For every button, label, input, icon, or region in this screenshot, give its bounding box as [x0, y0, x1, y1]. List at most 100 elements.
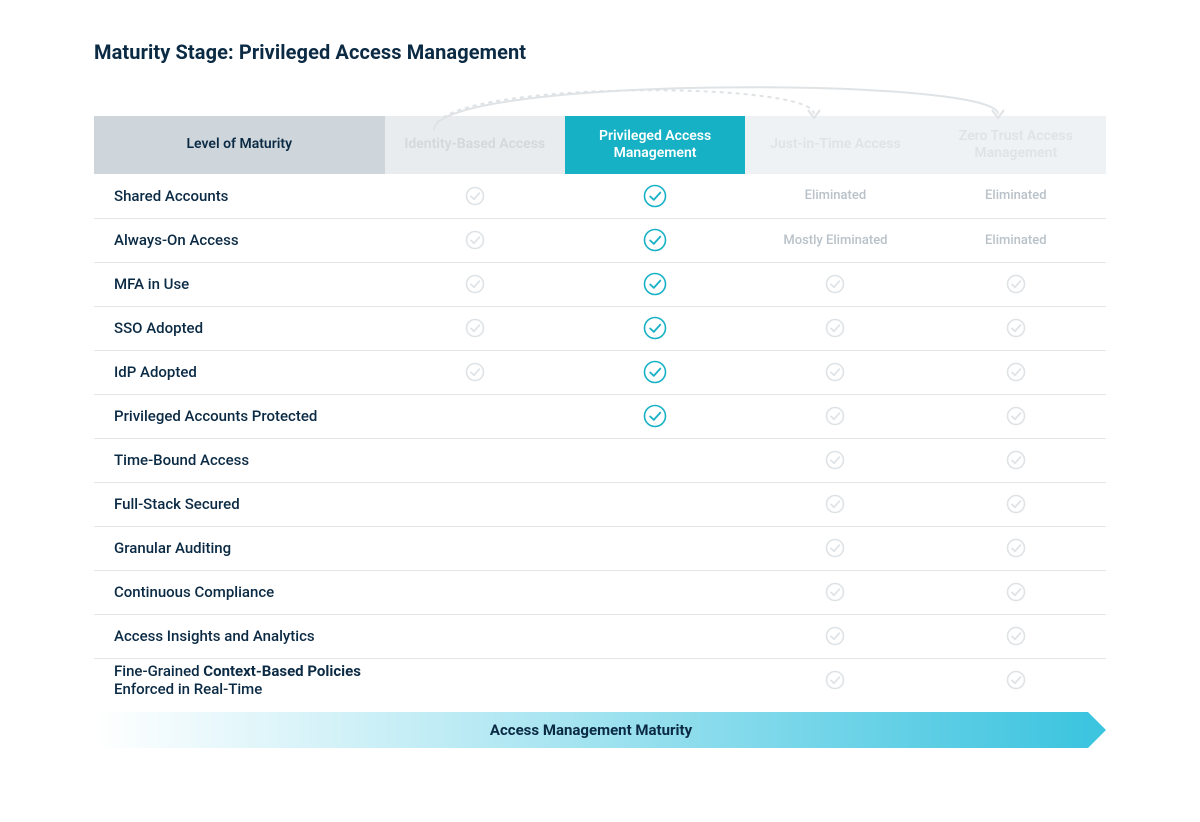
header-col-4: Zero Trust Access Management [926, 116, 1106, 174]
cell-check [385, 218, 565, 262]
check-icon [824, 449, 846, 471]
cell-check-active [565, 350, 745, 394]
check-icon [464, 273, 486, 295]
cell-empty [565, 570, 745, 614]
cell-empty [565, 526, 745, 570]
check-icon [824, 405, 846, 427]
row-label: Full-Stack Secured [94, 482, 385, 526]
cell-empty [385, 526, 565, 570]
check-icon [643, 360, 667, 384]
row-label: IdP Adopted [94, 350, 385, 394]
cell-check [745, 394, 925, 438]
row-label: Granular Auditing [94, 526, 385, 570]
check-icon [643, 272, 667, 296]
cell-empty [565, 482, 745, 526]
cell-check [745, 526, 925, 570]
cell-check [745, 438, 925, 482]
cell-check [926, 262, 1106, 306]
check-icon [1005, 493, 1027, 515]
cell-empty [385, 394, 565, 438]
cell-check [926, 482, 1106, 526]
cell-empty [385, 570, 565, 614]
cell-empty [565, 658, 745, 702]
header-col-2: Privileged Access Management [565, 116, 745, 174]
check-icon [643, 404, 667, 428]
cell-check [745, 350, 925, 394]
check-icon [1005, 405, 1027, 427]
check-icon [464, 229, 486, 251]
cell-check [385, 262, 565, 306]
maturity-matrix: Level of Maturity Identity-Based Access … [94, 116, 1106, 702]
table-row: Time-Bound Access [94, 438, 1106, 482]
table-row: Continuous Compliance [94, 570, 1106, 614]
check-icon [824, 273, 846, 295]
check-icon [824, 581, 846, 603]
cell-empty [565, 438, 745, 482]
check-icon [643, 228, 667, 252]
cell-check [926, 570, 1106, 614]
cell-check [926, 438, 1106, 482]
check-icon [824, 493, 846, 515]
row-label: Always-On Access [94, 218, 385, 262]
check-icon [824, 537, 846, 559]
cell-text: Mostly Eliminated [745, 218, 925, 262]
cell-empty [385, 658, 565, 702]
cell-check [745, 658, 925, 702]
row-label: Time-Bound Access [94, 438, 385, 482]
cell-check [745, 614, 925, 658]
page-title: Maturity Stage: Privileged Access Manage… [94, 40, 1106, 64]
header-col-3: Just-in-Time Access [745, 116, 925, 174]
check-icon [464, 317, 486, 339]
cell-check-active [565, 218, 745, 262]
header-col-1: Identity-Based Access [385, 116, 565, 174]
check-icon [1005, 361, 1027, 383]
table-row: Always-On AccessMostly EliminatedElimina… [94, 218, 1106, 262]
check-icon [1005, 273, 1027, 295]
check-icon [464, 185, 486, 207]
cell-check [385, 306, 565, 350]
cell-check-active [565, 174, 745, 218]
check-icon [824, 625, 846, 647]
cell-check [745, 262, 925, 306]
cell-check [745, 570, 925, 614]
row-label: MFA in Use [94, 262, 385, 306]
cell-empty [565, 614, 745, 658]
cell-check-active [565, 394, 745, 438]
cell-check [745, 306, 925, 350]
table-row: Granular Auditing [94, 526, 1106, 570]
cell-check [926, 526, 1106, 570]
cell-check [926, 658, 1106, 702]
cell-check [385, 350, 565, 394]
cell-check [926, 394, 1106, 438]
table-row: Full-Stack Secured [94, 482, 1106, 526]
check-icon [1005, 669, 1027, 691]
cell-text: Eliminated [926, 174, 1106, 218]
cell-check [926, 350, 1106, 394]
check-icon [1005, 317, 1027, 339]
table-row: Fine-Grained Context-Based Policies Enfo… [94, 658, 1106, 702]
table-row: MFA in Use [94, 262, 1106, 306]
cell-empty [385, 438, 565, 482]
cell-check [745, 482, 925, 526]
row-label: Access Insights and Analytics [94, 614, 385, 658]
cell-check [926, 614, 1106, 658]
check-icon [643, 184, 667, 208]
check-icon [464, 361, 486, 383]
table-row: Shared AccountsEliminatedEliminated [94, 174, 1106, 218]
cell-empty [385, 482, 565, 526]
cell-text: Eliminated [745, 174, 925, 218]
table-row: Access Insights and Analytics [94, 614, 1106, 658]
check-icon [824, 361, 846, 383]
check-icon [1005, 625, 1027, 647]
table-header-row: Level of Maturity Identity-Based Access … [94, 116, 1106, 174]
matrix-body: Shared AccountsEliminatedEliminatedAlway… [94, 174, 1106, 702]
cell-check-active [565, 306, 745, 350]
row-label: Fine-Grained Context-Based Policies Enfo… [94, 658, 385, 702]
check-icon [1005, 537, 1027, 559]
table-row: Privileged Accounts Protected [94, 394, 1106, 438]
cell-empty [385, 614, 565, 658]
check-icon [824, 317, 846, 339]
check-icon [1005, 449, 1027, 471]
check-icon [643, 316, 667, 340]
table-row: SSO Adopted [94, 306, 1106, 350]
